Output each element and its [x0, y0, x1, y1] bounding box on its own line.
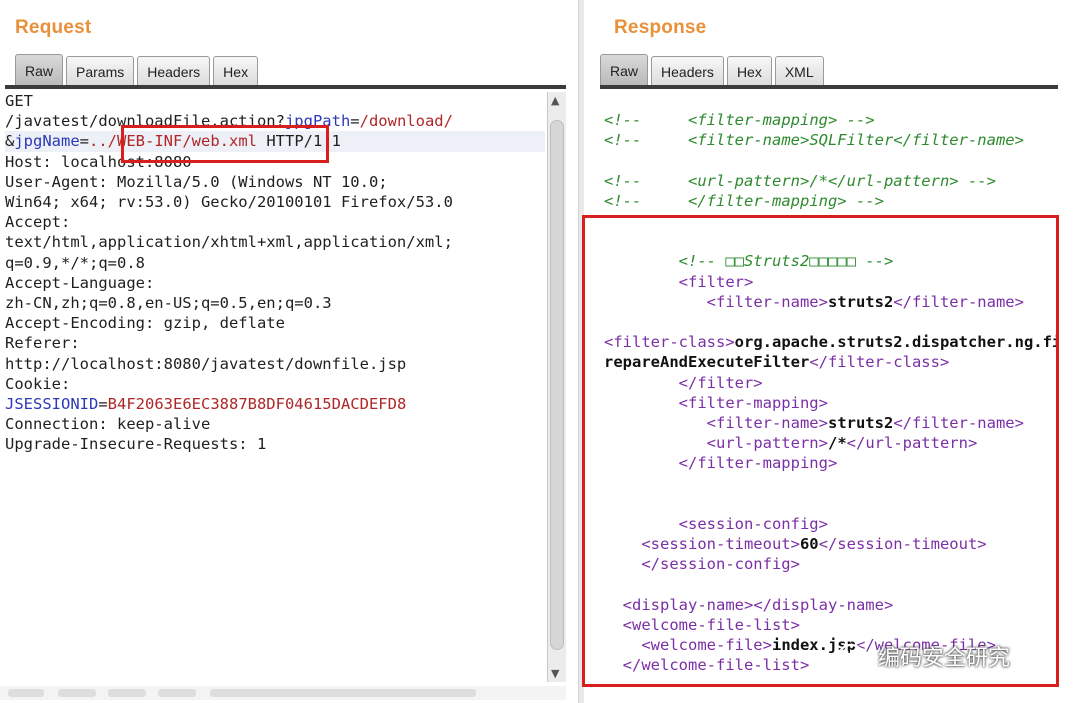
- response-tab-xml[interactable]: XML: [774, 56, 824, 86]
- watermark-text: 编码安全研究: [878, 646, 1011, 671]
- wechat-icon: [838, 643, 871, 668]
- request-token: JSESSIONID: [5, 395, 99, 414]
- request-token: Upgrade-Insecure-Requests: 1: [5, 435, 267, 454]
- request-tab-underline: [5, 85, 566, 89]
- response-line: <!-- <url-pattern>/*</url-pattern> -->: [604, 171, 1059, 191]
- request-token: q=0.9,*/*;q=0.8: [5, 253, 145, 272]
- request-token: Accept:: [5, 213, 71, 232]
- watermark: 编码安全研究: [838, 640, 1010, 672]
- request-line: JSESSIONID=B4F2063E6EC3887B8DF04615DACDE…: [5, 394, 545, 414]
- response-tab-raw[interactable]: Raw: [600, 54, 649, 86]
- response-line: [604, 150, 1059, 170]
- request-tabs: Raw Params Headers Hex: [15, 52, 261, 86]
- response-token: <url-pattern>/*</url-pattern> -->: [688, 171, 996, 190]
- request-line: Accept:: [5, 212, 545, 232]
- request-tab-params[interactable]: Params: [66, 56, 135, 86]
- request-token: User-Agent: Mozilla/5.0 (Windows NT 10.0…: [5, 172, 388, 191]
- request-token: zh-CN,zh;q=0.8,en-US;q=0.5,en;q=0.3: [5, 294, 332, 313]
- scroll-up-icon[interactable]: ▲: [551, 94, 559, 107]
- request-tab-headers[interactable]: Headers: [137, 56, 211, 86]
- response-line: <!-- <filter-name>SQLFilter</filter-name…: [604, 130, 1059, 150]
- highlight-box-request: [121, 125, 329, 163]
- request-line: Connection: keep-alive: [5, 414, 545, 434]
- request-token: Accept-Language:: [5, 273, 155, 292]
- request-token: Connection: keep-alive: [5, 415, 211, 434]
- response-token: -->: [837, 111, 875, 129]
- response-token: <filter-name>SQLFilter</filter-name>: [688, 131, 1024, 150]
- request-tab-raw[interactable]: Raw: [15, 54, 64, 86]
- request-token: Cookie:: [5, 374, 71, 393]
- request-token: B4F2063E6EC3887B8DF04615DACDEFD8: [107, 395, 407, 414]
- response-token: <!--: [604, 171, 688, 190]
- request-line: Accept-Language:: [5, 273, 545, 293]
- request-token: &: [5, 132, 15, 151]
- request-token: Accept-Encoding: gzip, deflate: [5, 314, 285, 333]
- request-token: GET: [5, 92, 33, 110]
- response-token: <!--: [604, 111, 688, 129]
- response-token: <filter-mapping>: [688, 111, 838, 129]
- request-token: Win64; x64; rv:53.0) Gecko/20100101 Fire…: [5, 193, 453, 212]
- request-editor[interactable]: GET/javatest/downloadFile.action?jpgPath…: [5, 91, 545, 681]
- request-token: jpgName: [14, 132, 80, 151]
- request-line: text/html,application/xhtml+xml,applicat…: [5, 232, 545, 252]
- request-line: Accept-Encoding: gzip, deflate: [5, 313, 545, 333]
- request-title: Request: [15, 17, 92, 38]
- request-scrollbar[interactable]: ▲ ▼: [547, 92, 566, 682]
- request-line: Cookie:: [5, 374, 545, 394]
- request-line: Referer:: [5, 333, 545, 353]
- request-tab-hex[interactable]: Hex: [213, 56, 259, 86]
- response-line: <!-- <filter-mapping> -->: [604, 110, 1059, 130]
- scroll-thumb[interactable]: [550, 120, 564, 650]
- scroll-down-icon[interactable]: ▼: [551, 667, 559, 680]
- request-line: Upgrade-Insecure-Requests: 1: [5, 434, 545, 454]
- request-line: q=0.9,*/*;q=0.8: [5, 253, 545, 273]
- request-line: http://localhost:8080/javatest/downfile.…: [5, 354, 545, 374]
- request-line: GET: [5, 91, 545, 111]
- response-line: <!-- </filter-mapping> -->: [604, 191, 1059, 211]
- response-tab-headers[interactable]: Headers: [651, 56, 724, 86]
- request-token: =: [79, 132, 90, 151]
- response-title: Response: [614, 17, 707, 38]
- request-token: =: [350, 112, 360, 131]
- request-token: /download/: [359, 112, 453, 131]
- highlight-box-response: [582, 215, 1059, 687]
- response-token: <!--: [604, 131, 688, 150]
- response-tabs: Raw Headers Hex XML: [600, 52, 827, 86]
- request-line: zh-CN,zh;q=0.8,en-US;q=0.5,en;q=0.3: [5, 293, 545, 313]
- request-token: http://localhost:8080/javatest/downfile.…: [5, 354, 407, 373]
- request-token: Referer:: [5, 334, 80, 353]
- response-tab-underline: [600, 85, 1058, 89]
- response-token: </filter-mapping> -->: [688, 191, 884, 210]
- request-token: text/html,application/xhtml+xml,applicat…: [5, 233, 453, 252]
- request-line: Win64; x64; rv:53.0) Gecko/20100101 Fire…: [5, 192, 545, 212]
- response-token: <!--: [604, 191, 688, 210]
- request-token: =: [98, 395, 108, 414]
- response-tab-hex[interactable]: Hex: [726, 56, 772, 86]
- request-horizontal-scrollbar[interactable]: [0, 686, 566, 700]
- request-line: User-Agent: Mozilla/5.0 (Windows NT 10.0…: [5, 172, 545, 192]
